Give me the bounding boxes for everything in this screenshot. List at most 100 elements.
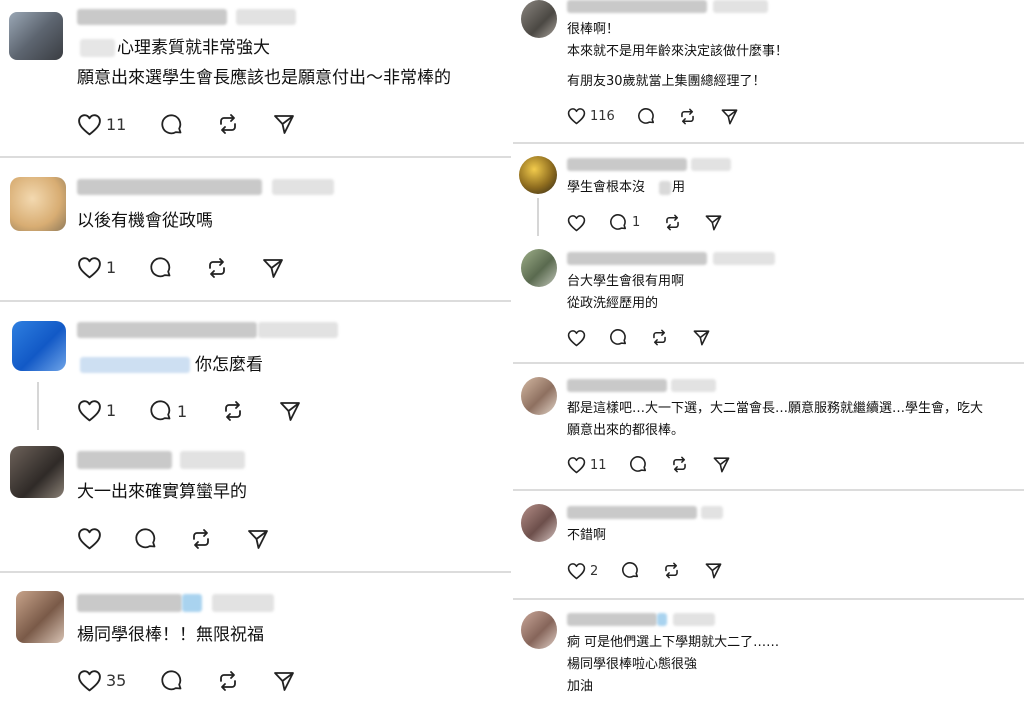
like-count: 11 [590,457,607,473]
avatar[interactable] [521,377,557,415]
like-count: 1 [106,401,117,420]
share-icon[interactable] [278,399,302,423]
share-icon[interactable] [272,669,296,693]
reply-icon[interactable] [621,561,640,580]
thread-line [37,382,39,430]
divider [0,300,511,302]
avatar[interactable] [521,504,557,542]
timestamp [236,9,296,25]
reply-icon[interactable] [160,113,184,137]
like-icon[interactable] [77,113,102,136]
comment-text-line: 願意出來選學生會長應該也是願意付出～非常棒的 [77,68,451,88]
divider [513,142,1024,144]
comment-text-line: 很棒啊！ [567,22,620,37]
reply-icon[interactable] [134,527,158,551]
reply-icon[interactable] [149,256,173,280]
timestamp [180,451,245,469]
comment-text-line: 從政洗經歷用的 [567,296,659,311]
verified-badge [657,613,667,626]
reply-count: 1 [177,401,188,421]
mention[interactable] [80,357,190,373]
username[interactable] [567,252,707,265]
username[interactable] [567,158,687,171]
reply-icon[interactable] [160,669,184,693]
repost-icon[interactable] [670,455,689,474]
repost-icon[interactable] [662,561,681,580]
avatar[interactable] [521,0,557,38]
right-comment-panel: 很棒啊！ 本來就不是用年齡來決定該做什麼事！ 有朋友30歲就當上集團總經理了！ … [513,0,1024,704]
comment-text-line: 楊同學很棒啦心態很強 [567,657,698,672]
share-icon[interactable] [246,527,270,551]
avatar[interactable] [521,611,557,649]
repost-icon[interactable] [678,107,697,126]
thread-line [537,198,539,236]
like-icon[interactable] [77,256,102,279]
repost-icon[interactable] [189,527,213,551]
like-icon[interactable] [567,107,586,125]
timestamp [713,0,768,13]
avatar[interactable] [12,321,66,371]
username[interactable] [567,613,657,626]
redacted-text [659,181,671,195]
share-icon[interactable] [704,561,723,580]
divider [0,156,511,158]
timestamp [671,379,716,392]
repost-icon[interactable] [216,669,240,693]
like-icon[interactable] [77,669,102,692]
repost-icon[interactable] [216,112,240,136]
like-icon[interactable] [567,214,586,232]
mention[interactable] [80,39,115,57]
like-icon[interactable] [77,527,102,550]
username[interactable] [77,594,182,612]
reply-count: 1 [632,215,641,230]
like-count: 1 [106,258,117,277]
share-icon[interactable] [720,107,739,126]
share-icon[interactable] [712,455,731,474]
reply-icon[interactable] [629,455,648,474]
share-icon[interactable] [261,256,285,280]
avatar[interactable] [10,177,66,231]
share-icon[interactable] [272,112,296,136]
repost-icon[interactable] [663,213,682,232]
share-icon[interactable] [692,328,711,347]
username[interactable] [77,322,257,338]
username[interactable] [77,9,227,25]
avatar[interactable] [9,12,63,60]
avatar[interactable] [10,446,64,498]
like-count: 116 [590,108,615,124]
username[interactable] [567,379,667,392]
divider [0,571,511,573]
like-icon[interactable] [77,399,102,422]
avatar[interactable] [16,591,64,643]
timestamp [673,613,715,626]
reply-icon[interactable] [609,328,628,347]
timestamp [272,179,334,195]
like-count: 35 [106,671,127,690]
comment-text-line: 台大學生會很有用啊 [567,274,685,289]
username[interactable] [77,179,262,195]
reply-icon[interactable] [149,399,173,423]
like-icon[interactable] [567,456,586,474]
username[interactable] [567,0,707,13]
like-icon[interactable] [567,562,586,580]
comment-text-line: 楊同學很棒！！無限祝福 [77,625,264,645]
share-icon[interactable] [704,213,723,232]
like-count: 11 [106,115,127,134]
repost-icon[interactable] [205,256,229,280]
avatar[interactable] [521,249,557,287]
avatar[interactable] [519,156,557,194]
comment-text-line: 有朋友30歲就當上集團總經理了！ [567,74,766,89]
username[interactable] [77,451,172,469]
like-count: 2 [590,563,599,579]
divider [513,362,1024,364]
username[interactable] [567,506,697,519]
repost-icon[interactable] [221,399,245,423]
comment-text-line: 痾 可是他們選上下學期就大二了…… [567,635,780,650]
timestamp [212,594,274,612]
reply-icon[interactable] [637,107,656,126]
like-icon[interactable] [567,329,586,347]
comment-text-line: 學生會根本沒 [567,180,646,195]
reply-icon[interactable] [609,213,628,232]
repost-icon[interactable] [650,328,669,347]
comment-text-line: 都是這樣吧…大一下選，大二當會長…願意服務就繼續選…學生會，吃大 [567,401,984,416]
